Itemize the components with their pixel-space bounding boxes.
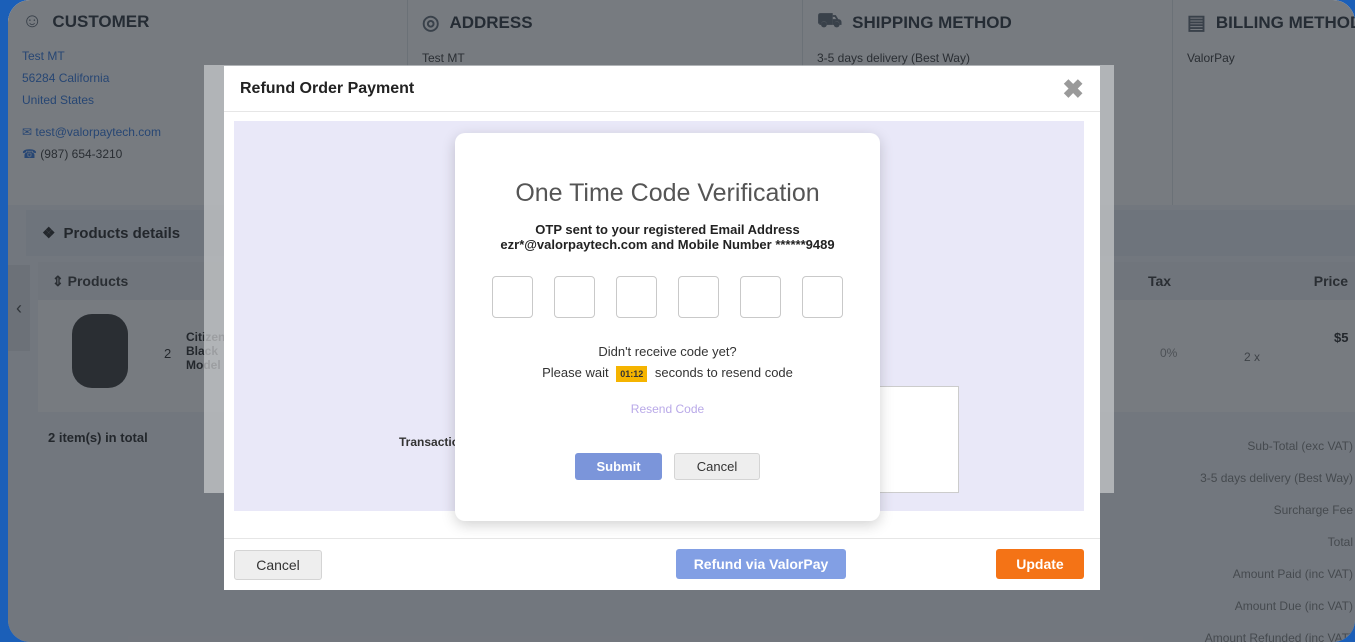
otp-timer-badge: 01:12 bbox=[616, 366, 648, 382]
refund-notes-textarea[interactable] bbox=[874, 386, 959, 493]
otp-question: Didn't receive code yet? bbox=[598, 344, 737, 359]
otp-digit-2[interactable] bbox=[554, 276, 595, 318]
otp-digit-6[interactable] bbox=[802, 276, 843, 318]
otp-input-group bbox=[455, 276, 880, 318]
otp-digit-4[interactable] bbox=[678, 276, 719, 318]
otp-message: OTP sent to your registered Email Addres… bbox=[500, 222, 835, 252]
refund-modal-header: Refund Order Payment ✖ bbox=[224, 66, 1100, 112]
otp-dialog: One Time Code Verification OTP sent to y… bbox=[455, 133, 880, 521]
otp-submit-button[interactable]: Submit bbox=[575, 453, 662, 480]
refund-modal-title: Refund Order Payment bbox=[240, 79, 415, 97]
otp-digit-3[interactable] bbox=[616, 276, 657, 318]
otp-wait-text: Please wait 01:12 seconds to resend code bbox=[542, 365, 793, 382]
otp-digit-1[interactable] bbox=[492, 276, 533, 318]
otp-title: One Time Code Verification bbox=[515, 179, 820, 207]
otp-cancel-button[interactable]: Cancel bbox=[674, 453, 760, 480]
otp-actions: Submit Cancel bbox=[455, 453, 880, 480]
resend-code-link[interactable]: Resend Code bbox=[455, 402, 880, 416]
close-icon[interactable]: ✖ bbox=[1062, 76, 1084, 102]
update-button[interactable]: Update bbox=[996, 549, 1084, 579]
otp-digit-5[interactable] bbox=[740, 276, 781, 318]
refund-modal-footer: Cancel Refund via ValorPay Update bbox=[224, 538, 1100, 590]
app-frame: ☺ CUSTOMER Test MT 56284 California Unite… bbox=[8, 0, 1355, 642]
refund-cancel-button[interactable]: Cancel bbox=[234, 550, 322, 580]
refund-via-valorpay-button[interactable]: Refund via ValorPay bbox=[676, 549, 846, 579]
